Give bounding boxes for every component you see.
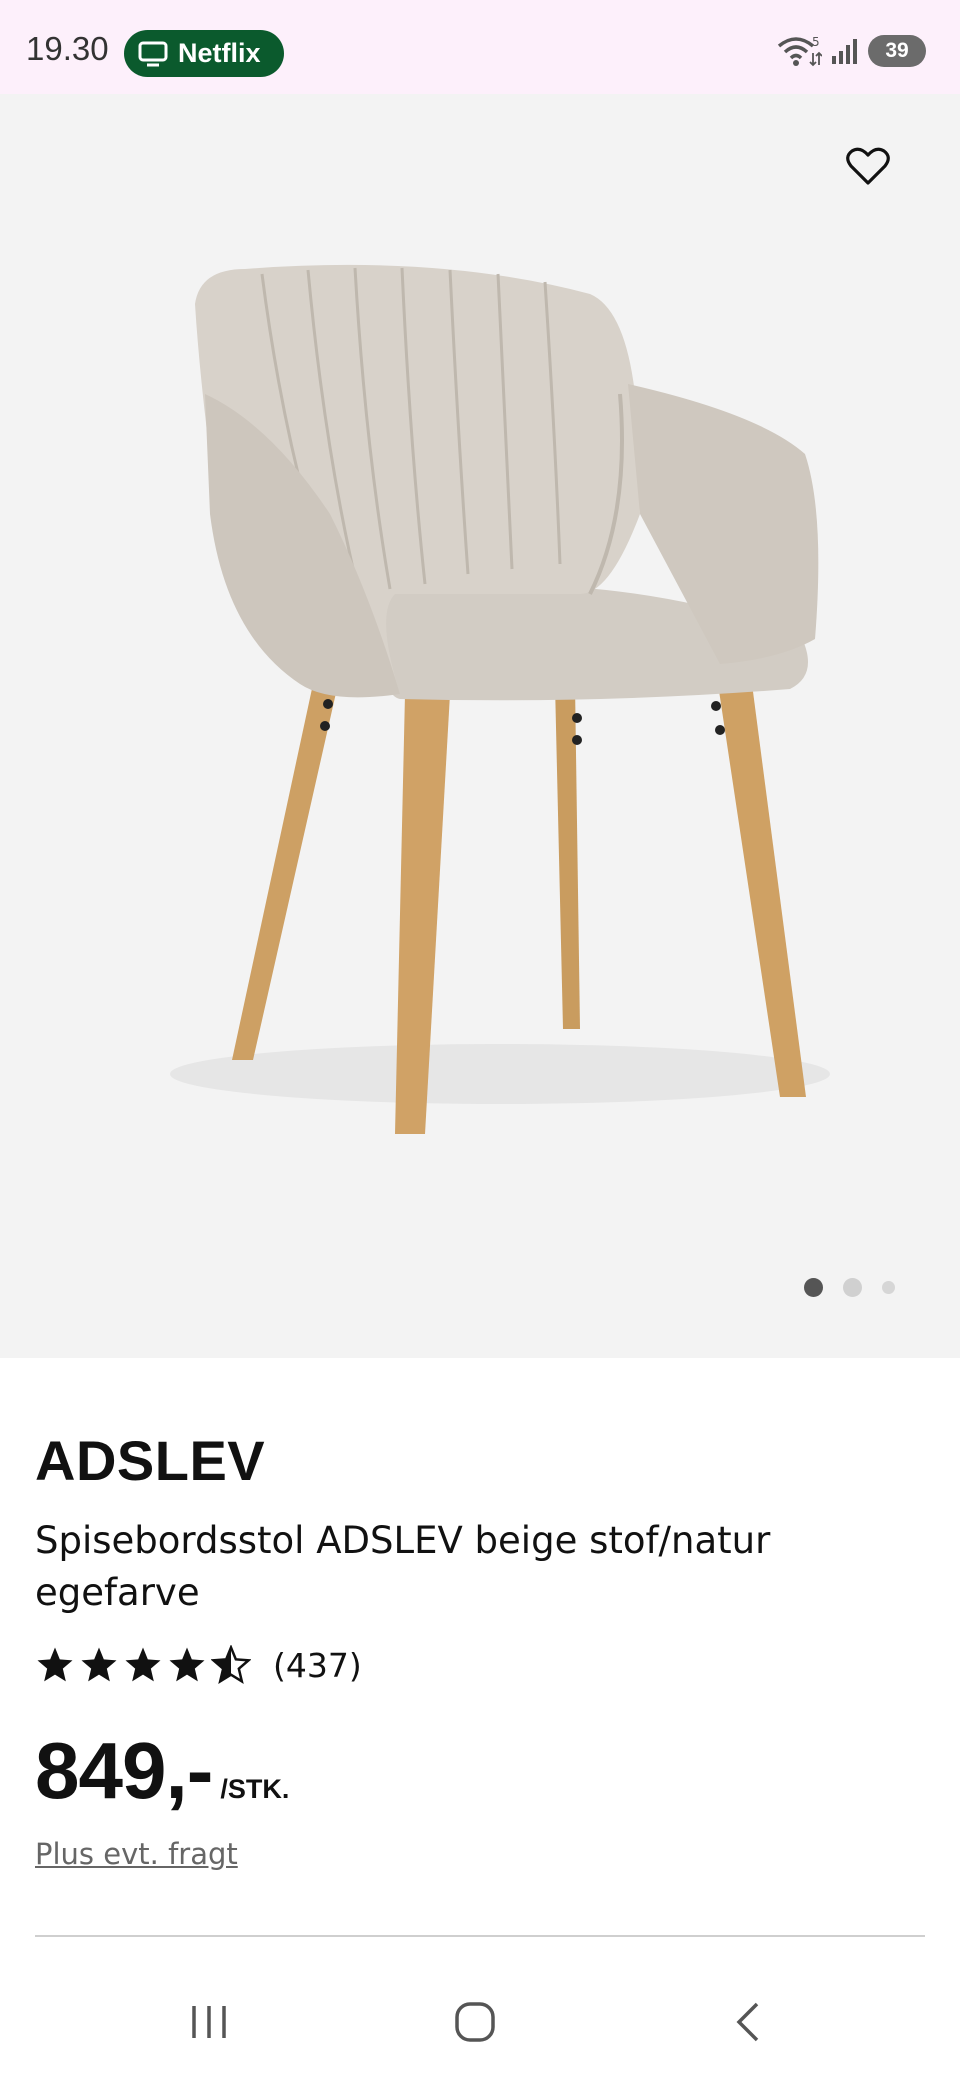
tv-icon xyxy=(138,41,168,66)
star-full-icon xyxy=(169,1647,205,1682)
signal-icon xyxy=(832,39,857,64)
netflix-notification-pill[interactable]: Netflix xyxy=(124,30,284,77)
price-unit: /STK. xyxy=(220,1774,290,1804)
home-icon[interactable] xyxy=(453,2000,497,2044)
rating-row[interactable]: (437) xyxy=(35,1645,362,1685)
carousel-indicator xyxy=(804,1278,915,1297)
wifi-badge: 5 xyxy=(812,35,820,49)
status-bar: 19.30 Netflix 5 39 xyxy=(0,0,960,94)
status-icons: 5 39 xyxy=(776,34,926,68)
product-image-carousel[interactable] xyxy=(0,94,960,1358)
divider xyxy=(35,1935,925,1937)
shipping-info-link[interactable]: Plus evt. fragt xyxy=(35,1837,238,1871)
star-full-icon xyxy=(37,1647,73,1682)
product-brand: ADSLEV xyxy=(35,1429,266,1492)
notification-label: Netflix xyxy=(178,38,261,68)
product-title: Spisebordsstol ADSLEV beige stof/natur e… xyxy=(35,1519,771,1614)
carousel-dot-active[interactable] xyxy=(804,1278,823,1297)
product-price: 849,- xyxy=(35,1726,213,1815)
chair-photo xyxy=(170,264,830,1134)
star-full-icon xyxy=(125,1647,161,1682)
battery-indicator: 39 xyxy=(868,35,926,67)
review-count[interactable]: (437) xyxy=(273,1646,362,1685)
star-half-icon xyxy=(211,1645,251,1684)
back-icon[interactable] xyxy=(727,2000,771,2044)
recent-apps-icon[interactable] xyxy=(188,2000,232,2044)
carousel-dot[interactable] xyxy=(882,1281,895,1294)
carousel-dot[interactable] xyxy=(843,1278,862,1297)
wifi-icon: 5 xyxy=(777,35,822,67)
rating-stars xyxy=(35,1645,251,1685)
price-row: 849,- /STK. xyxy=(35,1725,289,1817)
system-nav-bar xyxy=(0,1960,960,2080)
status-time: 19.30 xyxy=(26,30,109,67)
star-full-icon xyxy=(81,1647,117,1682)
favorite-heart-icon[interactable] xyxy=(846,146,890,186)
